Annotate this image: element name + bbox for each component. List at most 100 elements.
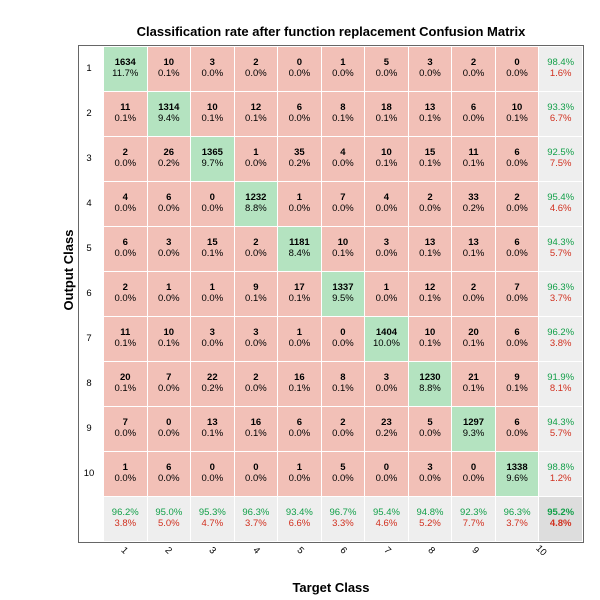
off-diagonal-cell: 30.0%	[408, 452, 452, 497]
col-summary-cell: 96.7%3.3%	[321, 497, 365, 542]
off-diagonal-cell: 10.0%	[278, 317, 322, 362]
off-diagonal-cell: 130.1%	[408, 227, 452, 272]
off-diagonal-cell: 60.0%	[278, 407, 322, 452]
off-diagonal-cell: 20.0%	[452, 272, 496, 317]
off-diagonal-cell: 10.0%	[191, 272, 235, 317]
y-axis-label: Output Class	[61, 230, 76, 311]
diagonal-cell: 13659.7%	[191, 137, 235, 182]
row-summary-cell: 91.9%8.1%	[539, 362, 583, 407]
off-diagonal-cell: 70.0%	[147, 362, 191, 407]
confusion-matrix-table: 1163411.7%100.1%30.0%20.0%00.0%10.0%50.0…	[79, 46, 583, 542]
diagonal-cell: 13379.5%	[321, 272, 365, 317]
off-diagonal-cell: 110.1%	[452, 137, 496, 182]
off-diagonal-cell: 70.0%	[321, 182, 365, 227]
diagonal-cell: 12328.8%	[234, 182, 278, 227]
row-summary-cell: 98.4%1.6%	[539, 47, 583, 92]
col-summary-cell: 95.4%4.6%	[365, 497, 409, 542]
off-diagonal-cell: 10.0%	[278, 452, 322, 497]
y-tick: 2	[79, 92, 104, 137]
off-diagonal-cell: 10.0%	[365, 272, 409, 317]
off-diagonal-cell: 20.0%	[234, 227, 278, 272]
x-tick: 3	[190, 543, 234, 574]
off-diagonal-cell: 50.0%	[321, 452, 365, 497]
off-diagonal-cell: 60.0%	[495, 317, 539, 362]
off-diagonal-cell: 130.1%	[191, 407, 235, 452]
off-diagonal-cell: 40.0%	[104, 182, 148, 227]
row-summary-cell: 94.3%5.7%	[539, 227, 583, 272]
row-summary-cell: 95.4%4.6%	[539, 182, 583, 227]
row-summary-cell: 93.3%6.7%	[539, 92, 583, 137]
off-diagonal-cell: 10.0%	[147, 272, 191, 317]
row-summary-cell: 98.8%1.2%	[539, 452, 583, 497]
off-diagonal-cell: 60.0%	[452, 92, 496, 137]
off-diagonal-cell: 100.1%	[321, 227, 365, 272]
off-diagonal-cell: 90.1%	[234, 272, 278, 317]
row-summary-cell: 92.5%7.5%	[539, 137, 583, 182]
x-tick: 10	[496, 543, 584, 574]
x-tick: 8	[409, 543, 453, 574]
off-diagonal-cell: 350.2%	[278, 137, 322, 182]
off-diagonal-cell: 160.1%	[234, 407, 278, 452]
off-diagonal-cell: 80.1%	[321, 92, 365, 137]
col-summary-cell: 95.0%5.0%	[147, 497, 191, 542]
matrix-outer: 1163411.7%100.1%30.0%20.0%00.0%10.0%50.0…	[78, 45, 584, 543]
off-diagonal-cell: 100.1%	[365, 137, 409, 182]
off-diagonal-cell: 130.1%	[452, 227, 496, 272]
col-summary-cell: 94.8%5.2%	[408, 497, 452, 542]
diagonal-cell: 12979.3%	[452, 407, 496, 452]
y-tick: 9	[79, 407, 104, 452]
off-diagonal-cell: 00.0%	[191, 452, 235, 497]
col-summary-cell: 95.3%4.7%	[191, 497, 235, 542]
off-diagonal-cell: 30.0%	[147, 227, 191, 272]
x-tick-row: 12345678910	[78, 543, 584, 574]
off-diagonal-cell: 120.1%	[234, 92, 278, 137]
off-diagonal-cell: 200.1%	[452, 317, 496, 362]
y-tick: 8	[79, 362, 104, 407]
x-tick: 6	[321, 543, 365, 574]
off-diagonal-cell: 60.0%	[147, 452, 191, 497]
off-diagonal-cell: 220.2%	[191, 362, 235, 407]
off-diagonal-cell: 260.2%	[147, 137, 191, 182]
col-summary-cell: 96.3%3.7%	[495, 497, 539, 542]
overall-summary-cell: 95.2%4.8%	[539, 497, 583, 542]
off-diagonal-cell: 00.0%	[365, 452, 409, 497]
off-diagonal-cell: 60.0%	[147, 182, 191, 227]
off-diagonal-cell: 90.1%	[495, 362, 539, 407]
off-diagonal-cell: 20.0%	[234, 362, 278, 407]
off-diagonal-cell: 10.0%	[321, 47, 365, 92]
off-diagonal-cell: 60.0%	[495, 407, 539, 452]
off-diagonal-cell: 10.0%	[234, 137, 278, 182]
off-diagonal-cell: 60.0%	[495, 227, 539, 272]
chart-title: Classification rate after function repla…	[78, 24, 584, 39]
col-summary-cell: 96.2%3.8%	[104, 497, 148, 542]
diagonal-cell: 13149.4%	[147, 92, 191, 137]
off-diagonal-cell: 30.0%	[365, 362, 409, 407]
y-tick: 1	[79, 47, 104, 92]
off-diagonal-cell: 60.0%	[495, 137, 539, 182]
off-diagonal-cell: 20.0%	[452, 47, 496, 92]
row-summary-cell: 96.2%3.8%	[539, 317, 583, 362]
off-diagonal-cell: 60.0%	[278, 92, 322, 137]
off-diagonal-cell: 230.2%	[365, 407, 409, 452]
col-summary-cell: 96.3%3.7%	[234, 497, 278, 542]
y-tick: 5	[79, 227, 104, 272]
off-diagonal-cell: 50.0%	[408, 407, 452, 452]
off-diagonal-cell: 20.0%	[495, 182, 539, 227]
off-diagonal-cell: 100.1%	[147, 47, 191, 92]
off-diagonal-cell: 20.0%	[104, 137, 148, 182]
off-diagonal-cell: 210.1%	[452, 362, 496, 407]
off-diagonal-cell: 40.0%	[321, 137, 365, 182]
off-diagonal-cell: 170.1%	[278, 272, 322, 317]
off-diagonal-cell: 150.1%	[408, 137, 452, 182]
diagonal-cell: 11818.4%	[278, 227, 322, 272]
y-tick: 10	[79, 452, 104, 497]
off-diagonal-cell: 200.1%	[104, 362, 148, 407]
x-tick: 7	[365, 543, 409, 574]
off-diagonal-cell: 160.1%	[278, 362, 322, 407]
off-diagonal-cell: 100.1%	[147, 317, 191, 362]
x-tick: 1	[102, 543, 146, 574]
off-diagonal-cell: 00.0%	[147, 407, 191, 452]
off-diagonal-cell: 00.0%	[278, 47, 322, 92]
off-diagonal-cell: 30.0%	[365, 227, 409, 272]
off-diagonal-cell: 00.0%	[234, 452, 278, 497]
